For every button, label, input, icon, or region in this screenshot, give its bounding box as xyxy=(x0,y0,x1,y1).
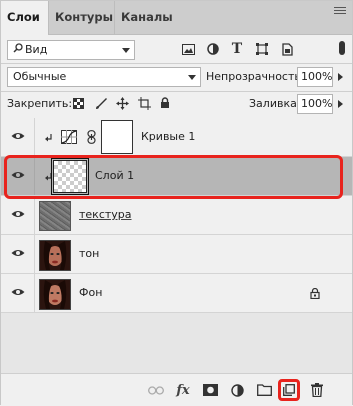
opacity-dropdown[interactable] xyxy=(333,67,347,87)
blend-mode-value: Обычные xyxy=(13,70,67,83)
lock-artboard-icon[interactable] xyxy=(137,96,151,110)
chevron-down-icon xyxy=(188,75,196,80)
filter-kind-select[interactable]: Вид xyxy=(7,40,135,60)
chevron-right-icon xyxy=(338,100,343,108)
divider xyxy=(34,118,35,156)
smart-object-filter-icon[interactable] xyxy=(280,42,294,56)
tab-layers[interactable]: Слои xyxy=(1,1,49,35)
shape-filter-icon[interactable] xyxy=(255,42,269,56)
tab-paths[interactable]: Контуры xyxy=(49,1,115,34)
chain-link-icon[interactable] xyxy=(87,130,96,147)
lock-label: Закрепить: xyxy=(7,97,73,110)
layer-name[interactable]: тон xyxy=(79,235,99,273)
divider xyxy=(34,274,35,312)
divider xyxy=(1,91,352,92)
eye-icon[interactable] xyxy=(11,248,25,258)
pixel-filter-icon[interactable] xyxy=(181,42,195,56)
lock-all-icon[interactable] xyxy=(159,96,171,110)
chevron-down-icon xyxy=(122,48,130,53)
eye-icon[interactable] xyxy=(11,131,25,141)
blend-mode-select[interactable]: Обычные xyxy=(7,67,201,87)
new-group-icon[interactable] xyxy=(256,382,272,398)
fill-dropdown[interactable] xyxy=(333,94,347,114)
fill-input[interactable]: 100% xyxy=(297,94,333,114)
lock-position-icon[interactable] xyxy=(115,96,129,110)
lock-image-pixels-icon[interactable] xyxy=(94,96,108,110)
layer-row-curves[interactable]: Кривые 1 xyxy=(1,118,352,157)
layer-thumbnail-texture[interactable] xyxy=(39,201,71,231)
link-layers-icon[interactable] xyxy=(148,382,164,398)
fill-label: Заливка: xyxy=(249,97,301,110)
layer-name[interactable]: текстура xyxy=(79,196,132,234)
tab-bar: Слои Контуры Каналы xyxy=(1,1,352,35)
layer-name[interactable]: Кривые 1 xyxy=(141,118,195,156)
opacity-label: Непрозрачность: xyxy=(206,70,305,83)
layer-row-tone[interactable]: тон xyxy=(1,235,352,274)
chevron-right-icon xyxy=(338,73,343,81)
delete-layer-icon[interactable] xyxy=(309,382,325,398)
tab-channels[interactable]: Каналы xyxy=(115,1,179,34)
fx-icon[interactable]: fx xyxy=(175,382,191,398)
layer-row-texture[interactable]: текстура xyxy=(1,196,352,235)
opacity-value: 100% xyxy=(301,70,333,83)
type-filter-icon[interactable]: T xyxy=(230,41,244,57)
panel-menu-icon[interactable] xyxy=(334,7,346,17)
layer-name[interactable]: Фон xyxy=(79,274,102,312)
layer-thumbnail-portrait[interactable] xyxy=(39,279,71,310)
layer-thumbnail-portrait[interactable] xyxy=(39,240,71,271)
filter-toggle-switch[interactable] xyxy=(339,41,345,55)
add-mask-icon[interactable] xyxy=(202,382,218,398)
filter-kind-value: Вид xyxy=(25,43,48,56)
curves-adjustment-icon xyxy=(61,130,77,147)
search-icon xyxy=(13,41,25,59)
lock-icon[interactable] xyxy=(310,287,320,302)
clipping-arrow-icon xyxy=(45,133,52,146)
layers-panel: Слои Контуры Каналы Вид T Обычные Непроз… xyxy=(0,0,353,406)
opacity-input[interactable]: 100% xyxy=(297,67,333,87)
bottom-toolbar: fx xyxy=(1,373,352,406)
divider xyxy=(1,63,352,64)
selected-layer-highlight xyxy=(4,155,343,199)
eye-icon[interactable] xyxy=(11,209,25,219)
layer-row-background[interactable]: Фон xyxy=(1,274,352,313)
new-layer-icon[interactable] xyxy=(281,382,297,398)
layer-mask-thumbnail[interactable] xyxy=(101,120,133,154)
adjustment-filter-icon[interactable] xyxy=(206,42,220,56)
adjustment-layer-icon[interactable] xyxy=(229,382,245,398)
layers-list: Кривые 1 Слой 1 текстура тон Фон xyxy=(1,118,352,373)
lock-transparent-pixels-icon[interactable] xyxy=(72,97,84,109)
fill-value: 100% xyxy=(301,97,333,110)
divider xyxy=(34,196,35,234)
divider xyxy=(34,235,35,273)
eye-icon[interactable] xyxy=(11,287,25,297)
